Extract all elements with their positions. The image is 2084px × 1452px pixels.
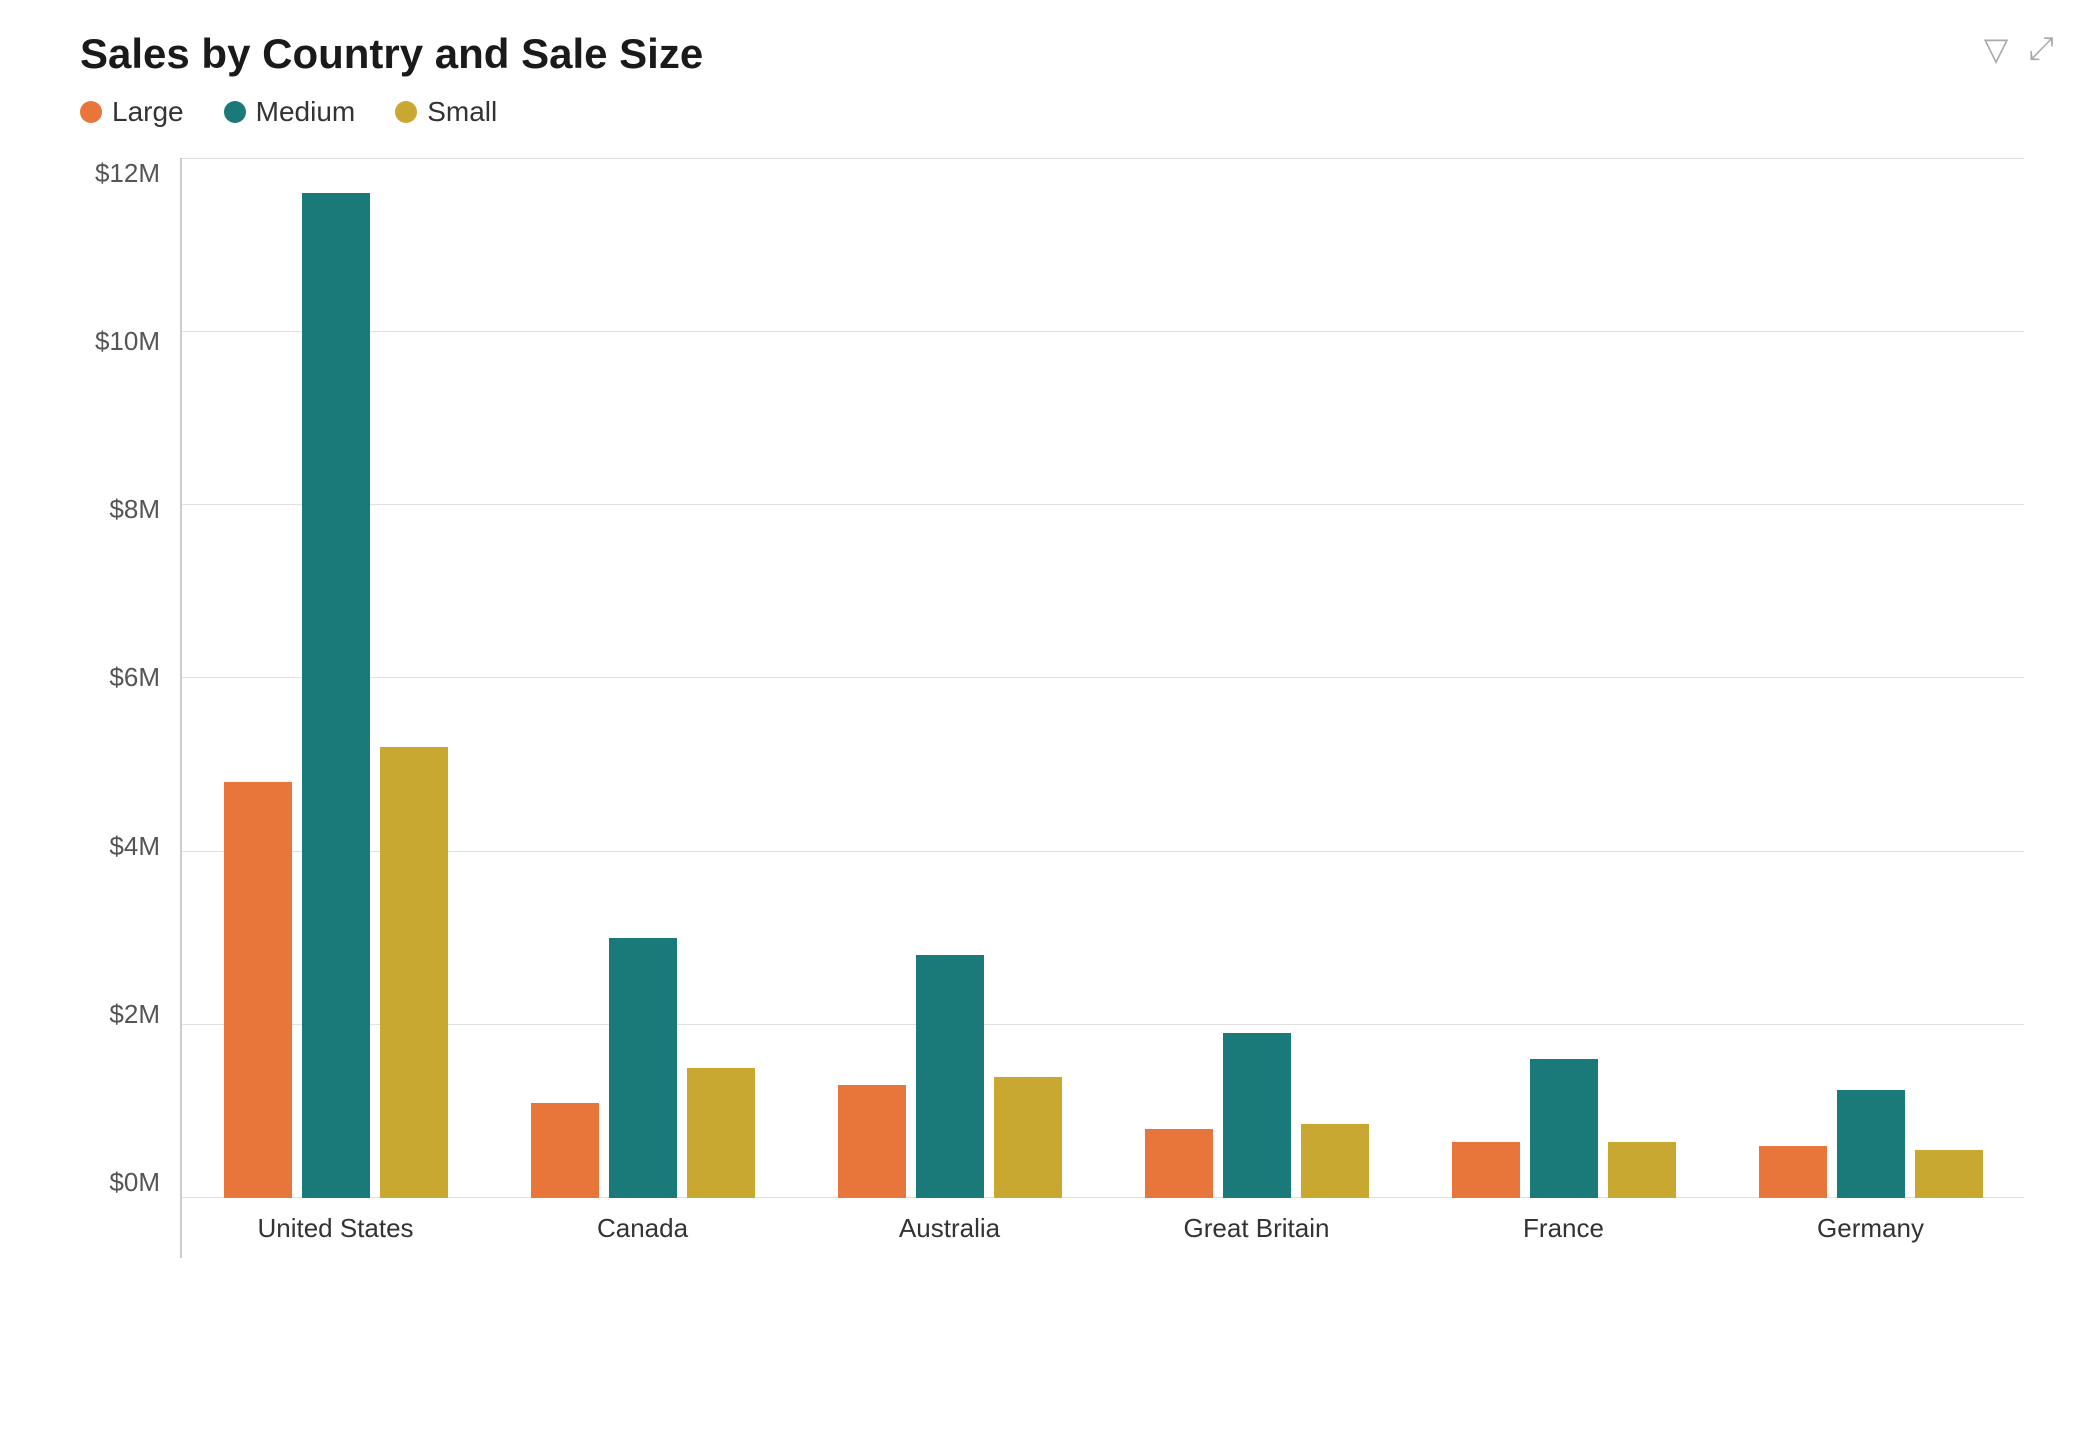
bar-medium[interactable] [1837, 1090, 1905, 1198]
x-label-great-britain: Great Britain [1103, 1198, 1410, 1258]
toolbar: ▽ ⤢ [1984, 30, 2054, 68]
bar-large[interactable] [1759, 1146, 1827, 1198]
y-tick: $8M [109, 494, 160, 525]
legend-item-large: Large [80, 96, 184, 128]
x-label-france: France [1410, 1198, 1717, 1258]
x-label-united-states: United States [182, 1198, 489, 1258]
legend-label-small: Small [427, 96, 497, 128]
bars-container [1759, 158, 1983, 1198]
y-tick: $12M [95, 158, 160, 189]
legend-dot-small [395, 101, 417, 123]
bar-medium[interactable] [1530, 1059, 1598, 1198]
legend-item-small: Small [395, 96, 497, 128]
bar-large[interactable] [531, 1103, 599, 1198]
expand-icon[interactable]: ⤢ [2028, 30, 2054, 68]
x-label-germany: Germany [1717, 1198, 2024, 1258]
country-group-united-states [182, 158, 489, 1198]
y-tick: $2M [109, 999, 160, 1030]
y-tick: $0M [109, 1167, 160, 1198]
bar-medium[interactable] [1223, 1033, 1291, 1198]
bar-large[interactable] [838, 1085, 906, 1198]
bars-container [1452, 158, 1676, 1198]
legend-label-large: Large [112, 96, 184, 128]
chart-container: ▽ ⤢ Sales by Country and Sale Size Large… [0, 0, 2084, 1452]
bar-large[interactable] [1452, 1142, 1520, 1198]
legend-dot-medium [224, 101, 246, 123]
bar-small[interactable] [1608, 1142, 1676, 1198]
legend: Large Medium Small [80, 96, 2044, 128]
bar-medium[interactable] [916, 955, 984, 1198]
bar-small[interactable] [994, 1077, 1062, 1198]
chart-area: $0M $2M $4M $6M $8M $10M $12M United StatesCan… [80, 158, 2024, 1258]
country-group-canada [489, 158, 796, 1198]
bar-small[interactable] [1915, 1150, 1983, 1198]
bars-container [1145, 158, 1369, 1198]
bars-container [838, 158, 1062, 1198]
country-group-australia [796, 158, 1103, 1198]
bars-area: United StatesCanadaAustraliaGreat Britai… [180, 158, 2024, 1258]
bar-small[interactable] [687, 1068, 755, 1198]
filter-icon[interactable]: ▽ [1984, 30, 2009, 68]
bar-large[interactable] [224, 782, 292, 1198]
y-tick: $4M [109, 831, 160, 862]
bars-container [224, 158, 448, 1198]
bar-small[interactable] [380, 747, 448, 1198]
legend-item-medium: Medium [224, 96, 356, 128]
bar-small[interactable] [1301, 1124, 1369, 1198]
x-label-australia: Australia [796, 1198, 1103, 1258]
legend-dot-large [80, 101, 102, 123]
y-axis: $0M $2M $4M $6M $8M $10M $12M [80, 158, 180, 1258]
bar-medium[interactable] [609, 938, 677, 1198]
legend-label-medium: Medium [256, 96, 356, 128]
bar-medium[interactable] [302, 193, 370, 1198]
bars-container [531, 158, 755, 1198]
x-label-canada: Canada [489, 1198, 796, 1258]
x-labels: United StatesCanadaAustraliaGreat Britai… [182, 1198, 2024, 1258]
y-tick: $6M [109, 662, 160, 693]
bar-large[interactable] [1145, 1129, 1213, 1198]
country-group-great-britain [1103, 158, 1410, 1198]
y-tick: $10M [95, 326, 160, 357]
chart-title: Sales by Country and Sale Size [80, 30, 2044, 78]
country-group-germany [1717, 158, 2024, 1198]
countries-row [182, 158, 2024, 1198]
country-group-france [1410, 158, 1717, 1198]
